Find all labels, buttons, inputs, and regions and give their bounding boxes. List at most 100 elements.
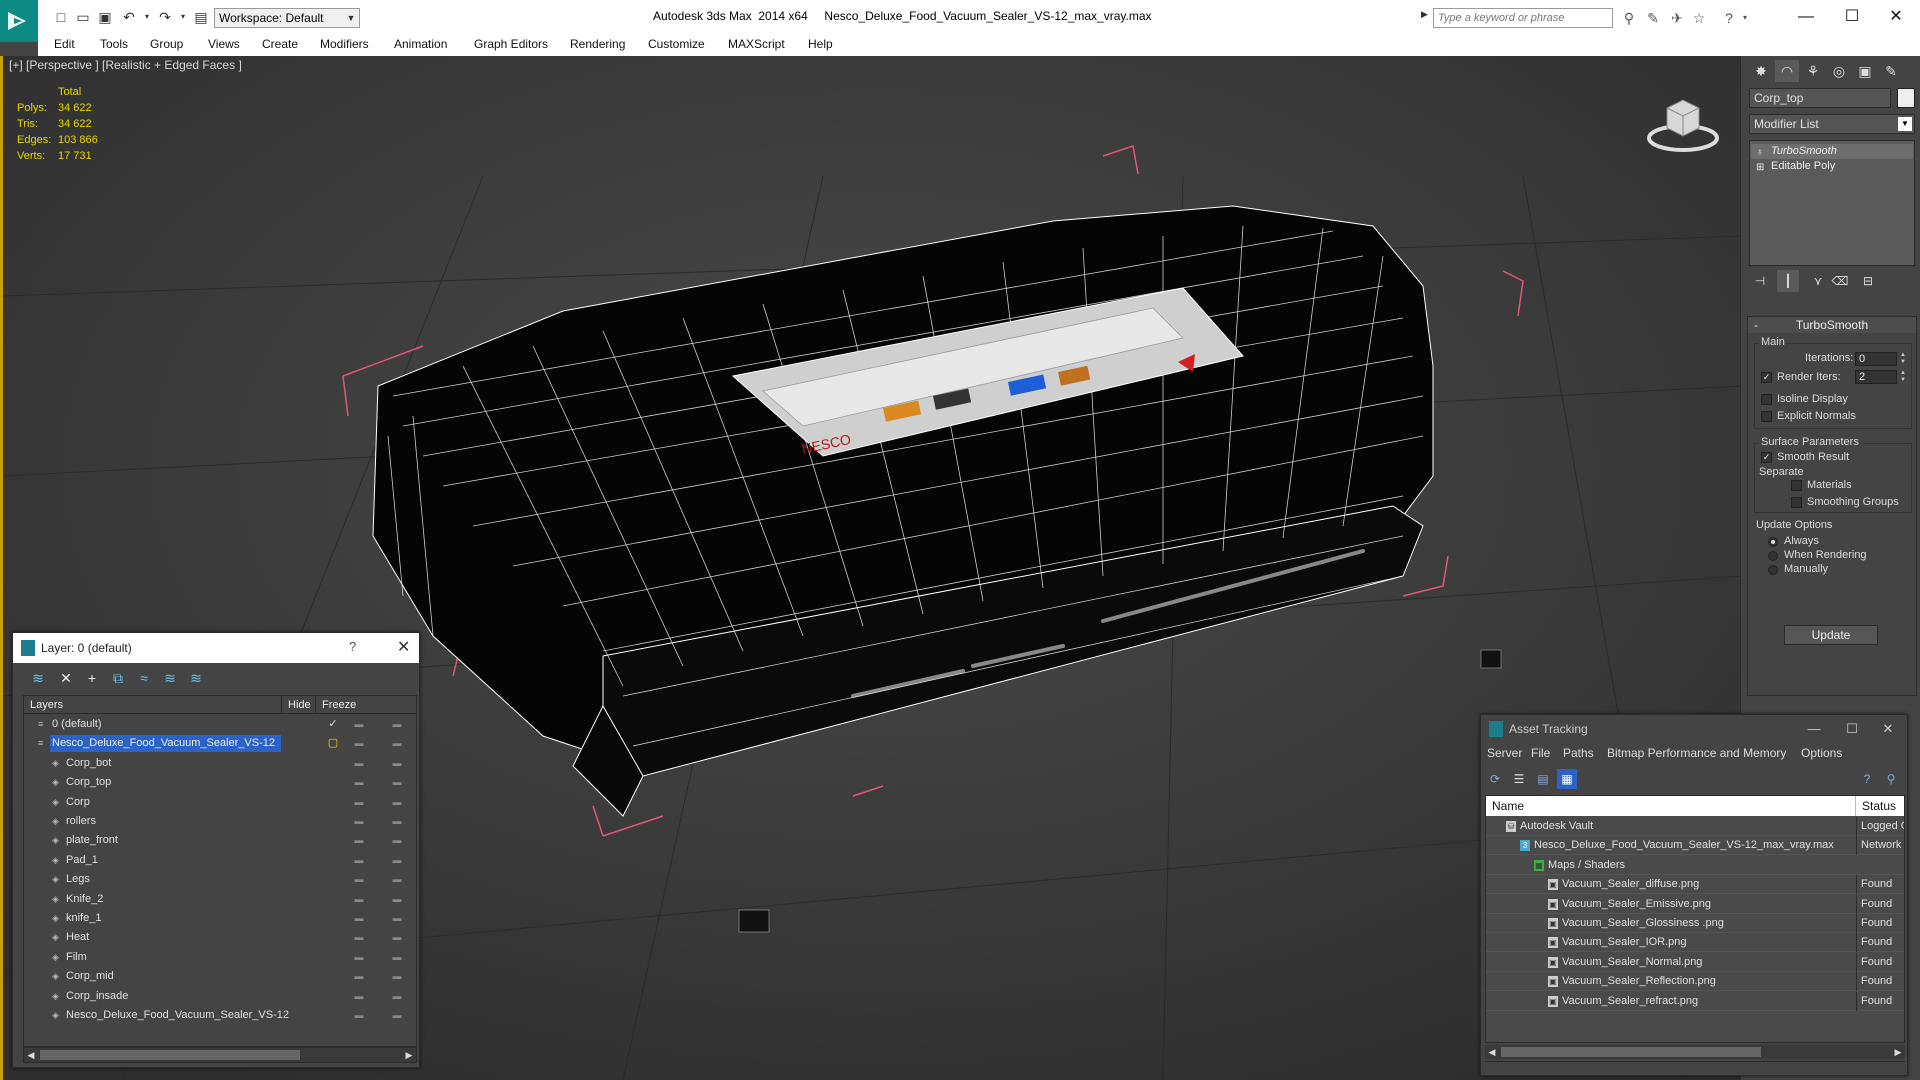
- select-objects-icon[interactable]: ⧉: [107, 667, 129, 689]
- layer-row[interactable]: ≡ 0 (default) ✓ ▬ ▬: [24, 715, 416, 734]
- layer-name[interactable]: rollers: [64, 813, 102, 830]
- hide-toggle[interactable]: ▬: [352, 909, 366, 928]
- scroll-right-icon[interactable]: ▶: [1891, 1045, 1905, 1059]
- expand-plus-icon[interactable]: ⊞: [1756, 160, 1764, 175]
- hide-toggle[interactable]: ▬: [352, 812, 366, 831]
- menu-animation[interactable]: Animation: [394, 34, 447, 56]
- menu-maxscript[interactable]: MAXScript: [728, 34, 785, 56]
- layer-name[interactable]: Corp_insade: [64, 988, 134, 1005]
- search-input[interactable]: Type a keyword or phrase: [1433, 8, 1613, 28]
- make-unique-icon[interactable]: ⋎: [1807, 270, 1829, 292]
- remove-modifier-icon[interactable]: ⌫: [1829, 270, 1851, 292]
- freeze-toggle[interactable]: ▬: [390, 812, 404, 831]
- asset-window-titlebar[interactable]: Asset Tracking — ☐ ✕: [1481, 715, 1907, 743]
- asset-row[interactable]: ▣ Vacuum_Sealer_IOR.png Found: [1486, 933, 1904, 953]
- spinner-arrows-icon[interactable]: ▲ ▼: [1899, 370, 1907, 384]
- viewcube-icon[interactable]: [1643, 88, 1723, 158]
- subscription-icon[interactable]: ✎: [1644, 9, 1662, 27]
- app-menu-logo-button[interactable]: [0, 0, 38, 42]
- freeze-toggle[interactable]: ▬: [390, 987, 404, 1006]
- search-help-icon[interactable]: ⚲: [1881, 769, 1901, 789]
- object-name-field[interactable]: Corp_top: [1749, 88, 1891, 108]
- layer-row[interactable]: ◈ Nesco_Deluxe_Food_Vacuum_Sealer_VS-12 ▬ ▬: [24, 1006, 416, 1025]
- viewport-label[interactable]: [+] [Perspective ] [Realistic + Edged Fa…: [9, 58, 242, 72]
- layer-row[interactable]: ◈ Corp_insade ▬ ▬: [24, 987, 416, 1006]
- freeze-toggle[interactable]: ▬: [390, 1006, 404, 1025]
- freeze-toggle[interactable]: ▬: [390, 870, 404, 889]
- asset-row[interactable]: ▣ Vacuum_Sealer_Reflection.png Found: [1486, 972, 1904, 992]
- freeze-toggle[interactable]: ▬: [390, 715, 404, 734]
- table-view-icon[interactable]: ▤: [1533, 769, 1553, 789]
- rollout-header[interactable]: - TurboSmooth: [1748, 317, 1916, 333]
- communication-center-icon[interactable]: ✈: [1668, 9, 1686, 27]
- asset-menu-bitmap-performance[interactable]: Bitmap Performance and Memory: [1607, 746, 1786, 760]
- render-iters-spinner[interactable]: 2: [1855, 370, 1897, 384]
- utilities-tab-icon[interactable]: ✎: [1879, 60, 1903, 82]
- close-icon[interactable]: ✕: [397, 637, 410, 657]
- pin-stack-icon[interactable]: ⊣: [1749, 270, 1771, 292]
- minimize-button[interactable]: —: [1799, 717, 1829, 741]
- search-expand-icon[interactable]: ▶: [1421, 9, 1428, 20]
- layer-row[interactable]: ◈ Corp_bot ▬ ▬: [24, 754, 416, 773]
- hide-toggle[interactable]: ▬: [352, 890, 366, 909]
- stack-item-editable-poly[interactable]: ⊞ Editable Poly: [1751, 159, 1913, 174]
- layer-row[interactable]: ◈ Corp ▬ ▬: [24, 793, 416, 812]
- favorites-star-icon[interactable]: ☆: [1690, 9, 1708, 27]
- asset-row[interactable]: ▣ Vacuum_Sealer_Normal.png Found: [1486, 952, 1904, 972]
- maximize-button[interactable]: ☐: [1832, 4, 1872, 30]
- menu-edit[interactable]: Edit: [54, 34, 75, 56]
- layer-row[interactable]: ◈ rollers ▬ ▬: [24, 812, 416, 831]
- scroll-thumb[interactable]: [1501, 1047, 1761, 1057]
- smooth-result-checkbox[interactable]: ✓: [1761, 452, 1772, 463]
- menu-views[interactable]: Views: [208, 34, 240, 56]
- add-to-layer-icon[interactable]: +: [81, 667, 103, 689]
- layer-name[interactable]: Corp_top: [64, 774, 117, 791]
- help-dropdown-icon[interactable]: ▾: [1736, 9, 1754, 27]
- layer-name[interactable]: Film: [64, 949, 93, 966]
- iterations-spinner[interactable]: 0: [1855, 352, 1897, 366]
- hide-toggle[interactable]: ▬: [352, 831, 366, 850]
- hide-toggle[interactable]: ▬: [352, 967, 366, 986]
- collapse-minus-icon[interactable]: -: [1754, 317, 1758, 333]
- asset-horizontal-scrollbar[interactable]: ◀ ▶: [1485, 1045, 1905, 1059]
- current-layer-check-icon[interactable]: ✓: [326, 715, 340, 734]
- layer-row[interactable]: ◈ Pad_1 ▬ ▬: [24, 851, 416, 870]
- layer-name[interactable]: Nesco_Deluxe_Food_Vacuum_Sealer_VS-12: [64, 1007, 295, 1024]
- spinner-arrows-icon[interactable]: ▲ ▼: [1899, 352, 1907, 366]
- freeze-toggle[interactable]: ▬: [390, 928, 404, 947]
- layer-row[interactable]: ◈ Corp_mid ▬ ▬: [24, 967, 416, 986]
- list-view-icon[interactable]: ☰: [1509, 769, 1529, 789]
- close-button[interactable]: ✕: [1873, 717, 1903, 741]
- scroll-left-icon[interactable]: ◀: [1485, 1045, 1499, 1059]
- motion-tab-icon[interactable]: ◎: [1827, 60, 1851, 82]
- isoline-display-checkbox[interactable]: [1761, 394, 1772, 405]
- asset-row[interactable]: ▦ Maps / Shaders: [1486, 856, 1904, 875]
- asset-row[interactable]: ▣ Vacuum_Sealer_Emissive.png Found: [1486, 894, 1904, 914]
- hide-column-header[interactable]: Hide: [282, 696, 316, 714]
- freeze-toggle[interactable]: ▬: [390, 831, 404, 850]
- asset-menu-paths[interactable]: Paths: [1563, 746, 1594, 760]
- minimize-button[interactable]: —: [1786, 4, 1826, 30]
- create-tab-icon[interactable]: ✸: [1749, 60, 1773, 82]
- help-icon[interactable]: ?: [349, 639, 356, 654]
- show-end-result-icon[interactable]: ┃: [1777, 270, 1799, 292]
- hide-toggle[interactable]: ▬: [352, 734, 366, 753]
- hide-all-layers-icon[interactable]: ≋: [159, 667, 181, 689]
- hierarchy-tab-icon[interactable]: ⚘: [1801, 60, 1825, 82]
- redo-dropdown-icon[interactable]: ▾: [174, 8, 192, 26]
- freeze-toggle[interactable]: ▬: [390, 734, 404, 753]
- freeze-toggle[interactable]: ▬: [390, 773, 404, 792]
- layer-row[interactable]: ◈ Legs ▬ ▬: [24, 870, 416, 889]
- freeze-toggle[interactable]: ▬: [390, 851, 404, 870]
- modifier-list-dropdown[interactable]: Modifier List ▼: [1749, 114, 1915, 134]
- asset-row[interactable]: ⛁ Autodesk Vault Logged O: [1486, 817, 1904, 836]
- layer-name[interactable]: Corp_bot: [64, 755, 117, 772]
- smoothing-groups-checkbox[interactable]: [1791, 497, 1802, 508]
- layer-window-titlebar[interactable]: Layer: 0 (default) ? ✕: [13, 633, 419, 663]
- asset-row[interactable]: 3 Nesco_Deluxe_Food_Vacuum_Sealer_VS-12_m…: [1486, 836, 1904, 856]
- name-column-header[interactable]: Name: [1486, 796, 1856, 816]
- layer-row[interactable]: ◈ Corp_top ▬ ▬: [24, 773, 416, 792]
- set-current-layer-icon[interactable]: ▢: [326, 734, 340, 753]
- hide-toggle[interactable]: ▬: [352, 754, 366, 773]
- workspace-select[interactable]: Workspace: Default: [214, 8, 360, 28]
